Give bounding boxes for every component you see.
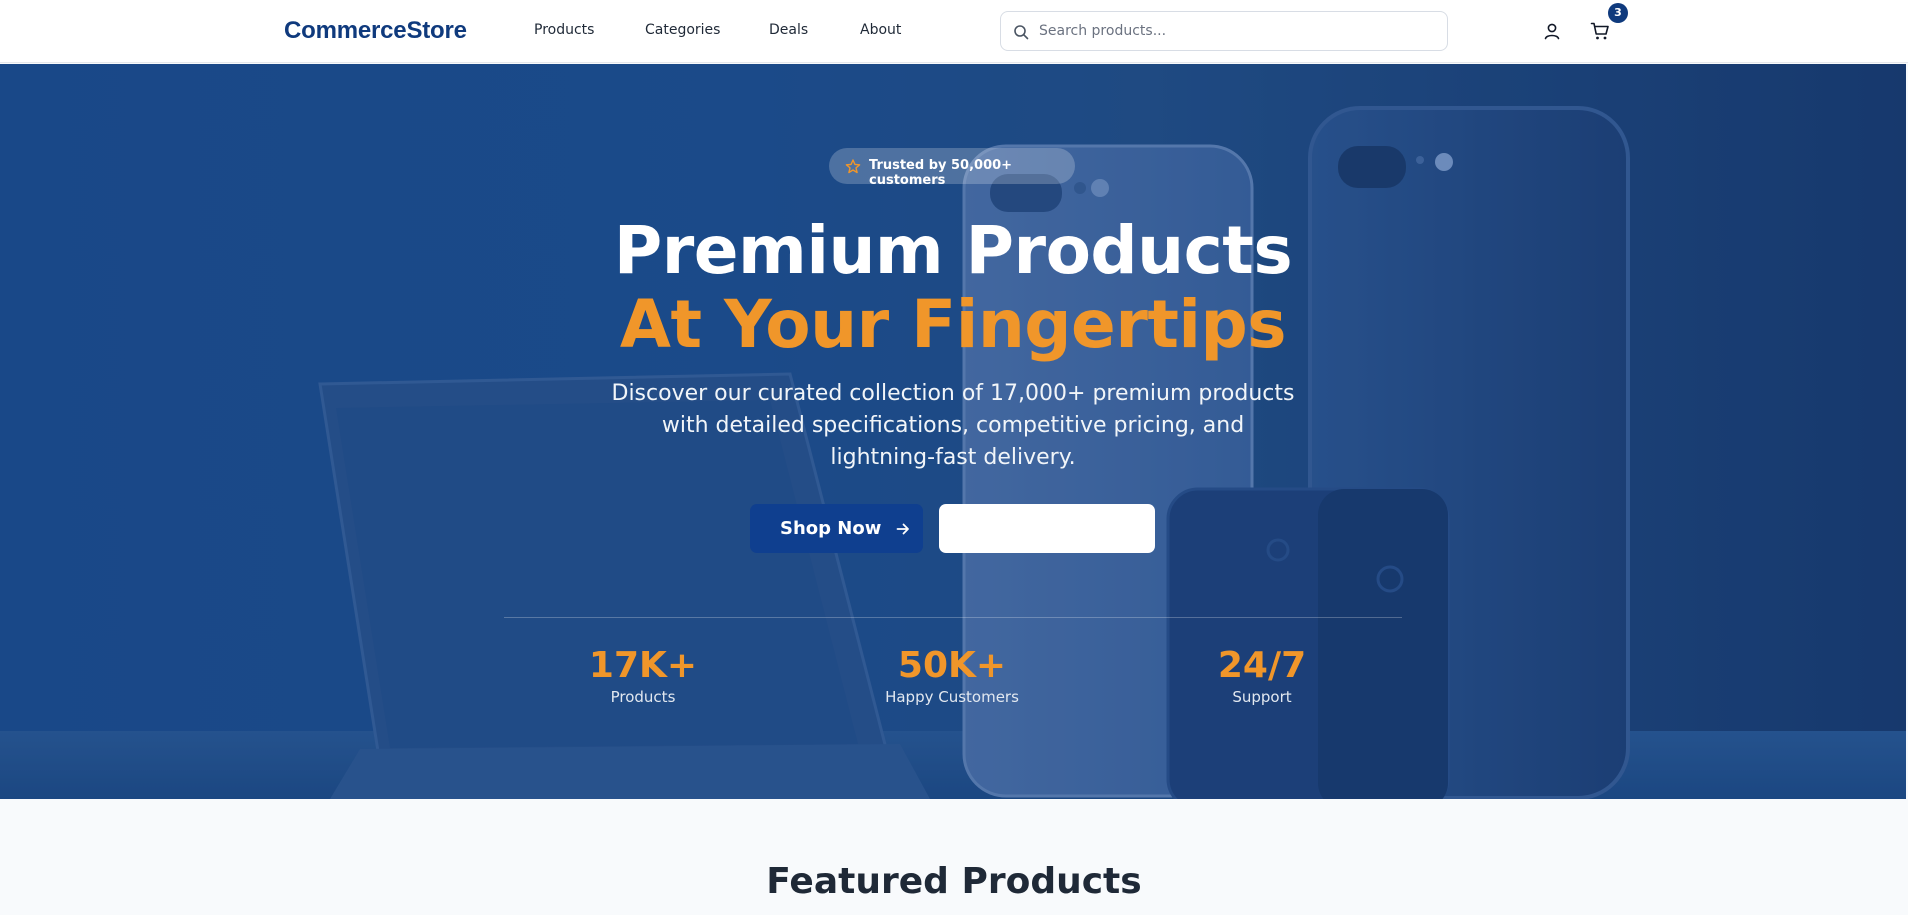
account-button[interactable] xyxy=(1541,20,1563,42)
star-icon xyxy=(845,159,861,174)
shop-now-button[interactable]: Shop Now xyxy=(750,504,923,553)
store-logo[interactable]: CommerceStore xyxy=(284,17,467,45)
user-icon xyxy=(1544,23,1560,40)
stat-support: 24/7 Support xyxy=(1142,645,1382,707)
search-input[interactable] xyxy=(1039,12,1439,50)
stat-customers-label: Happy Customers xyxy=(885,688,1019,706)
stat-customers: 50K+ Happy Customers xyxy=(832,645,1072,707)
trust-badge: Trusted by 50,000+ customers xyxy=(829,148,1075,188)
search-box[interactable] xyxy=(1000,11,1448,51)
shop-now-label: Shop Now xyxy=(780,518,882,539)
stat-support-value: 24/7 xyxy=(1217,645,1307,686)
secondary-hero-button[interactable] xyxy=(939,504,1155,553)
top-navbar: CommerceStore Products Categories Deals … xyxy=(0,0,1908,63)
cart-button[interactable] xyxy=(1589,20,1611,42)
trust-badge-text: Trusted by 50,000+ customers xyxy=(869,158,1013,188)
featured-products-heading: Featured Products xyxy=(766,861,1142,902)
hero-section: Trusted by 50,000+ customers Premium Pro… xyxy=(0,64,1906,799)
nav-link-deals[interactable]: Deals xyxy=(769,22,808,38)
hero-description: Discover our curated collection of 17,00… xyxy=(611,381,1295,470)
search-icon xyxy=(1014,25,1029,40)
stat-products-value: 17K+ xyxy=(588,645,698,686)
nav-link-products[interactable]: Products xyxy=(534,22,594,38)
arrow-right-icon xyxy=(896,523,909,535)
hero-divider xyxy=(504,617,1402,618)
hero-headline-line1: Premium Products xyxy=(613,212,1293,289)
stat-support-label: Support xyxy=(1232,688,1292,706)
stat-customers-value: 50K+ xyxy=(897,645,1007,686)
cart-icon xyxy=(1590,22,1609,40)
cart-count-badge: 3 xyxy=(1608,3,1628,23)
nav-link-about[interactable]: About xyxy=(860,22,901,38)
nav-link-categories[interactable]: Categories xyxy=(645,22,720,38)
stat-products-label: Products xyxy=(610,688,676,706)
hero-headline-line2: At Your Fingertips xyxy=(619,286,1287,363)
stat-products: 17K+ Products xyxy=(523,645,763,707)
